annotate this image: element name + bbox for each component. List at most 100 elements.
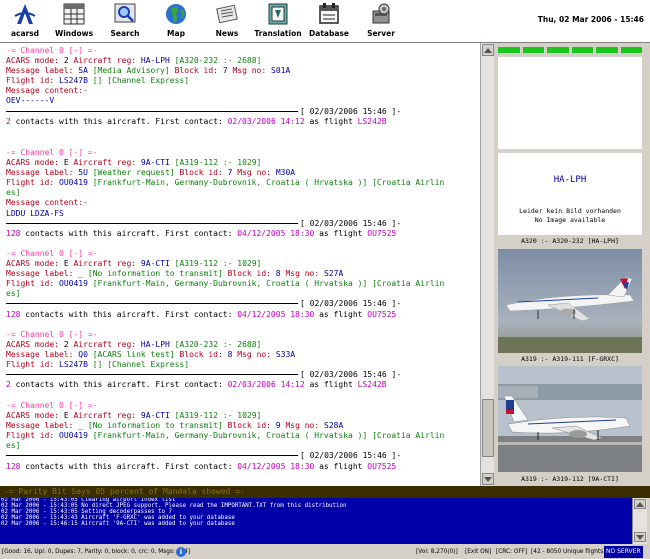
toolbar-label-windows: Windows bbox=[54, 29, 94, 38]
msgno-label: Msg no: bbox=[232, 66, 267, 76]
message-block: -= Channel 0 [-] =- ACARS mode: 2 Aircra… bbox=[6, 330, 478, 391]
log-scroll-up-button[interactable] bbox=[634, 499, 646, 509]
separator-rule bbox=[6, 374, 298, 376]
arrow-down-icon bbox=[484, 477, 492, 482]
message-timestamp: [ 02/03/2006 15:46 ]- bbox=[300, 451, 402, 461]
message-pane[interactable]: -= Channel 0 [-] =- ACARS mode: 2 Aircra… bbox=[0, 43, 480, 486]
mode-label: ACARS mode: bbox=[6, 411, 59, 421]
log-line: 02 Mar 2006 - 15:46:15 Aircraft '9A-CTI'… bbox=[1, 520, 235, 527]
block-label: Block id: bbox=[179, 350, 223, 360]
message-block: -= Channel 0 [-] =- ACARS mode: 2 Aircra… bbox=[6, 46, 478, 127]
channel-header: -= Channel 0 [-] =- bbox=[6, 330, 98, 339]
aircraft-photo-air-france[interactable] bbox=[498, 249, 642, 353]
mode-value: E bbox=[63, 411, 69, 421]
msg-label-value: 5U bbox=[78, 168, 88, 178]
no-image-frame[interactable]: HA-LPH Leider kein Bild vorhanden No Ima… bbox=[498, 153, 642, 235]
status-volume: [Vol: 8,270(0)] bbox=[416, 549, 458, 555]
message-timestamp: [ 02/03/2006 15:46 ]- bbox=[300, 370, 402, 380]
aircraft-type: [A320-232 :- 2688] bbox=[174, 56, 262, 66]
reg-label: Aircraft reg: bbox=[73, 56, 137, 66]
first-contact-date: 02/03/2006 14:12 bbox=[227, 116, 305, 126]
mode-label: ACARS mode: bbox=[6, 259, 59, 269]
contacts-text: contacts with this aircraft. First conta… bbox=[25, 309, 233, 319]
arrow-down-icon bbox=[636, 535, 644, 540]
block-label: Block id: bbox=[174, 66, 218, 76]
air-france-plane-photo bbox=[498, 249, 642, 353]
first-flight-id: LS242B bbox=[357, 116, 387, 126]
channel-header: -= Channel 0 [-] =- bbox=[6, 46, 98, 55]
toolbar-button-search[interactable]: Search bbox=[100, 2, 150, 40]
mode-label: ACARS mode: bbox=[6, 158, 59, 168]
signal-segment bbox=[547, 47, 569, 53]
mode-value: E bbox=[63, 158, 69, 168]
log-scrollbar[interactable] bbox=[632, 498, 647, 544]
msg-label-label: Message label: bbox=[6, 350, 74, 360]
reg-value: 9A-CTI bbox=[140, 411, 170, 421]
toolbar-button-windows[interactable]: Windows bbox=[49, 2, 99, 40]
block-label: Block id: bbox=[227, 421, 271, 431]
message-timestamp: [ 02/03/2006 15:46 ]- bbox=[300, 106, 402, 116]
msg-label-desc: [ACARS link test] bbox=[92, 350, 175, 360]
msgno-label: Msg no: bbox=[285, 269, 320, 279]
contacts-text: contacts with this aircraft. First conta… bbox=[15, 380, 223, 390]
block-value: 9 bbox=[275, 421, 281, 431]
signal-segment bbox=[620, 47, 642, 53]
flight-extra: [Frankfurt-Main, Germany-Dubrovnik, Croa… bbox=[92, 279, 445, 289]
reg-value: 9A-CTI bbox=[140, 259, 170, 269]
toolbar-button-acarsd[interactable]: acarsd bbox=[0, 2, 50, 40]
toolbar-button-news[interactable]: News bbox=[202, 2, 252, 40]
log-scroll-down-button[interactable] bbox=[634, 532, 646, 542]
aircraft-image-panel: HA-LPH Leider kein Bild vorhanden No Ima… bbox=[494, 43, 646, 486]
msg-label-value: _ bbox=[78, 269, 84, 279]
toolbar-button-translation[interactable]: Translation bbox=[253, 2, 303, 40]
flight-value: OU0419 bbox=[59, 431, 88, 441]
flight-label: Flight id: bbox=[6, 178, 55, 188]
status-unique-flights: [42 - 8050 Unique flights] bbox=[531, 549, 606, 555]
block-value: 7 bbox=[227, 168, 233, 178]
content-line: LDDU LDZA-FS bbox=[6, 208, 64, 218]
status-bar: [Good: 16, Upl: 0, Dupes: 7, Parity: 0, … bbox=[0, 545, 650, 559]
msg-label-desc: [Weather request] bbox=[92, 168, 175, 178]
toolbar-button-database[interactable]: Database bbox=[304, 2, 354, 40]
channel-header: -= Channel 0 [-] =- bbox=[6, 249, 98, 258]
msg-label-desc: [No information to transmit] bbox=[87, 421, 223, 431]
mode-value: 2 bbox=[63, 56, 69, 66]
toolbar-label-acarsd: acarsd bbox=[10, 29, 40, 38]
contacts-count: 128 bbox=[6, 309, 21, 319]
windows-grid-icon bbox=[63, 3, 85, 25]
aircraft-photo-croatia[interactable] bbox=[498, 366, 642, 472]
msg-label-label: Message label: bbox=[6, 168, 74, 178]
flight-value: OU0419 bbox=[59, 178, 88, 188]
message-scrollbar[interactable] bbox=[480, 43, 495, 486]
mode-label: ACARS mode: bbox=[6, 56, 59, 66]
server-icon bbox=[372, 3, 390, 24]
msg-label-label: Message label: bbox=[6, 269, 74, 279]
reg-label: Aircraft reg: bbox=[73, 259, 137, 269]
no-image-text-de: Leider kein Bild vorhanden bbox=[519, 207, 621, 215]
news-icon bbox=[216, 4, 238, 24]
contacts-text: contacts with this aircraft. First conta… bbox=[15, 116, 223, 126]
reg-value: 9A-CTI bbox=[140, 158, 170, 168]
toolbar-button-map[interactable]: Map bbox=[151, 2, 201, 40]
separator-rule bbox=[6, 303, 298, 305]
database-icon bbox=[319, 3, 339, 24]
info-icon[interactable]: i bbox=[176, 547, 186, 557]
scroll-up-button[interactable] bbox=[482, 44, 494, 56]
toolbar-button-server[interactable]: Server bbox=[356, 2, 406, 40]
as-flight-text: as flight bbox=[319, 309, 363, 319]
flight-value: OU0419 bbox=[59, 279, 88, 289]
as-flight-text: as flight bbox=[319, 228, 363, 238]
event-log[interactable]: 02 Mar 2006 - 15:43:05 Clearing airport … bbox=[0, 498, 633, 544]
content-label: Message content:- bbox=[6, 86, 88, 96]
image-caption: A319 :- A319-112 [9A-CTI] bbox=[521, 475, 619, 483]
block-label: Block id: bbox=[179, 168, 223, 178]
scroll-down-button[interactable] bbox=[482, 473, 494, 485]
as-flight-text: as flight bbox=[309, 380, 353, 390]
flight-extra: [] [Channel Express] bbox=[92, 360, 190, 370]
scroll-thumb[interactable] bbox=[482, 399, 494, 457]
aircraft-type: [A319-112 :- 1029] bbox=[174, 411, 262, 421]
msg-label-label: Message label: bbox=[6, 66, 74, 76]
aircraft-type: [A319-112 :- 1029] bbox=[174, 158, 262, 168]
translation-icon bbox=[268, 3, 288, 25]
contacts-text: contacts with this aircraft. First conta… bbox=[25, 461, 233, 471]
